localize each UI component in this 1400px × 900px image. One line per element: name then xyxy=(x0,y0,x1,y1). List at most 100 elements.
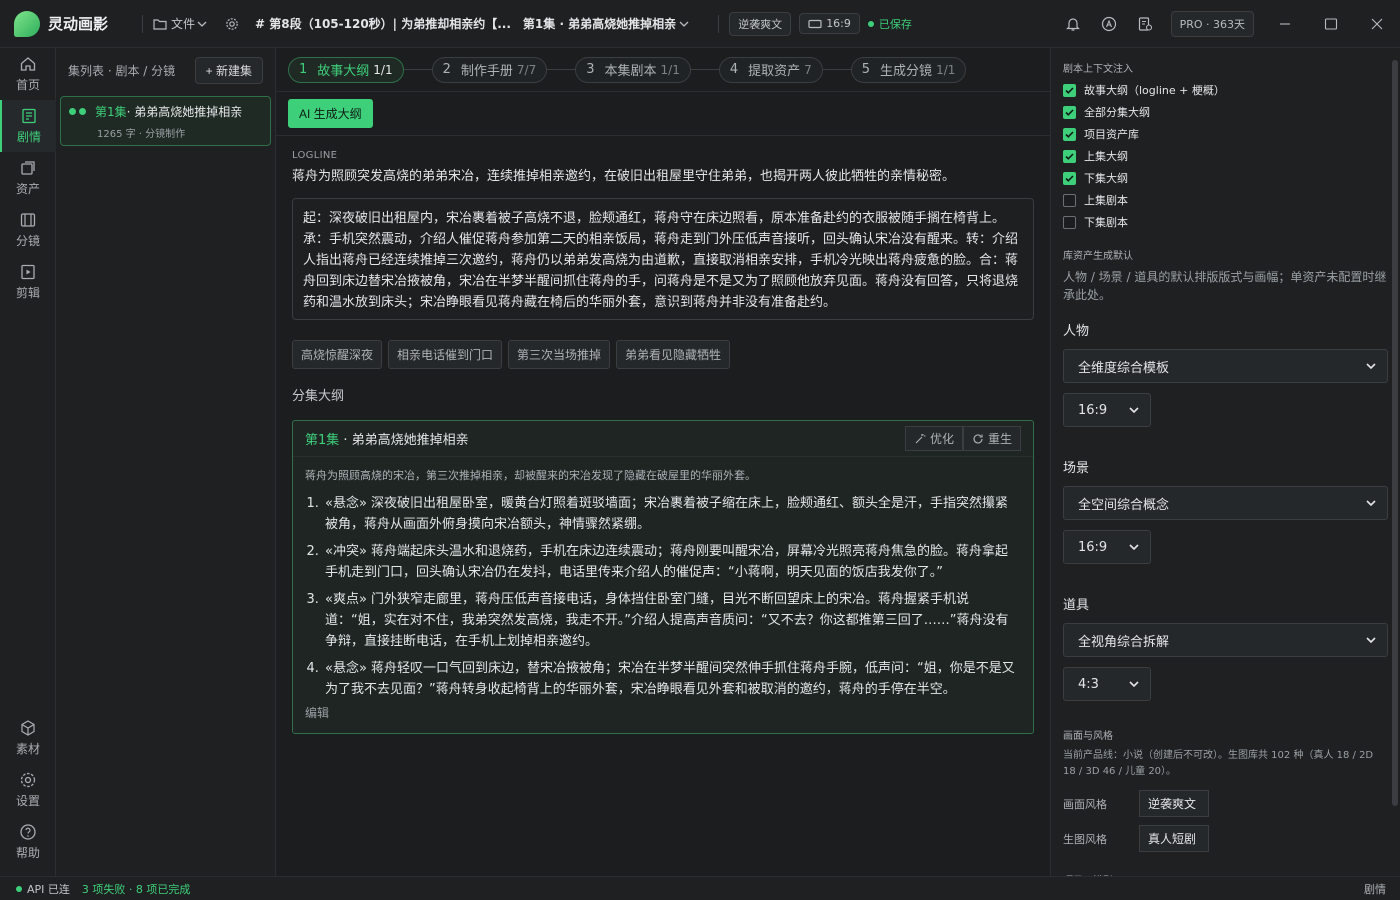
nav-materials[interactable]: 素材 xyxy=(0,712,56,764)
step-episode-script[interactable]: 3 本集剧本 1/1 xyxy=(575,56,691,83)
story-synopsis-textarea[interactable]: 起：深夜破旧出租屋内，宋冶裹着被子高烧不退，脸颊通红，蒋舟守在床边照看，原本准备… xyxy=(292,198,1034,320)
status-bar: API 已连 3 项失败 · 8 项已完成 剧情 xyxy=(0,876,1400,900)
scene-template-value: 全空间综合概念 xyxy=(1078,497,1170,513)
maximize-button[interactable] xyxy=(1308,0,1354,48)
beat-tag[interactable]: 第三次当场推掉 xyxy=(508,340,611,369)
chevron-down-icon xyxy=(1366,500,1376,507)
art-style-field[interactable]: 逆袭爽文 xyxy=(1139,790,1209,817)
checkbox-next-script[interactable]: 下集剧本 xyxy=(1063,211,1388,233)
gear-icon xyxy=(226,17,238,30)
nav-script[interactable]: 剧情 xyxy=(0,100,56,152)
minimize-icon xyxy=(1280,23,1290,25)
ratio-pill[interactable]: 16:9 xyxy=(799,13,860,34)
titlebar-right: PRO · 363天 xyxy=(1055,0,1400,48)
chevron-down-icon xyxy=(197,21,207,27)
checkbox-prev-script[interactable]: 上集剧本 xyxy=(1063,189,1388,211)
close-button[interactable] xyxy=(1354,0,1400,48)
person-template-select[interactable]: 全维度综合模板 xyxy=(1063,349,1388,383)
nav-storyboard[interactable]: 分镜 xyxy=(0,204,56,256)
settings-scrollbar[interactable] xyxy=(1392,60,1398,806)
help-icon xyxy=(20,824,36,840)
home-icon xyxy=(20,57,36,71)
checkbox-project-assets[interactable]: 项目资产库 xyxy=(1063,123,1388,145)
list-item[interactable]: «爽点» 门外狭窄走廊里，蒋舟压低声音接电话，身体挡住卧室门缝，目光不断回望床上… xyxy=(323,589,1017,652)
list-item[interactable]: «悬念» 深夜破旧出租屋卧室，暖黄台灯照着斑驳墙面；宋冶裹着被子缩在床上，脸颊通… xyxy=(323,493,1017,535)
nav-rail: 首页 剧情 资产 分镜 剪辑 素材 设置 帮助 xyxy=(0,48,56,876)
step-label: 生成分镜 xyxy=(880,64,933,79)
step-generate-storyboard[interactable]: 5 生成分镜 1/1 xyxy=(850,56,967,83)
checkbox-label: 上集大纲 xyxy=(1084,150,1128,163)
pro-badge[interactable]: PRO · 363天 xyxy=(1170,11,1254,37)
step-story-outline[interactable]: 1 故事大纲 1/1 xyxy=(288,56,404,83)
checkbox-label: 项目资产库 xyxy=(1084,128,1139,141)
prop-template-select[interactable]: 全视角综合拆解 xyxy=(1063,623,1388,657)
nav-assets-label: 资产 xyxy=(15,182,40,196)
minimize-button[interactable] xyxy=(1262,0,1308,48)
task-status[interactable]: 3 项失败 · 8 项已完成 xyxy=(82,881,190,897)
episode-select[interactable]: 第1集 · 弟弟高烧她推掉相亲 xyxy=(523,15,696,32)
api-status-dot xyxy=(16,885,22,892)
step-production-manual[interactable]: 2 制作手册 7/7 xyxy=(431,56,548,83)
task-list-icon xyxy=(1138,17,1152,31)
episode-card[interactable]: 第1集 · 弟弟高烧她推掉相亲 1265 字 · 分镜制作 xyxy=(60,96,271,146)
episode-list-panel: 集列表 · 剧本 / 分镜 + 新建集 第1集 · 弟弟高烧她推掉相亲 1265… xyxy=(56,48,276,876)
nav-home[interactable]: 首页 xyxy=(0,48,56,100)
nav-settings[interactable]: 设置 xyxy=(0,764,56,816)
current-view-label: 剧情 xyxy=(1364,882,1386,896)
beat-tag[interactable]: 高烧惊醒深夜 xyxy=(292,340,383,369)
checkbox-prev-outline[interactable]: 上集大纲 xyxy=(1063,145,1388,167)
beat-tag[interactable]: 弟弟看见隐藏牺牲 xyxy=(616,340,731,369)
file-menu[interactable]: 文件 xyxy=(153,15,213,32)
step-label: 故事大纲 xyxy=(317,64,370,79)
beat-tags: 高烧惊醒深夜 相亲电话催到门口 第三次当场推掉 弟弟看见隐藏牺牲 xyxy=(292,340,1034,369)
person-ratio-select[interactable]: 16:9 xyxy=(1063,393,1151,427)
checkbox-story-outline[interactable]: 故事大纲（logline + 梗概） xyxy=(1063,79,1388,101)
segment-breadcrumb[interactable]: # 第8段（105-120秒）| 为弟推却相亲约【... xyxy=(255,15,511,32)
checkbox-next-outline[interactable]: 下集大纲 xyxy=(1063,167,1388,189)
nav-home-label: 首页 xyxy=(15,78,40,92)
edit-link[interactable]: 编辑 xyxy=(293,700,1033,725)
new-episode-button[interactable]: + 新建集 xyxy=(194,56,263,84)
beat-tag[interactable]: 相亲电话催到门口 xyxy=(388,340,503,369)
tasks-button[interactable] xyxy=(1127,0,1163,48)
nav-help[interactable]: 帮助 xyxy=(0,816,56,868)
scene-ratio-select[interactable]: 16:9 xyxy=(1063,530,1151,564)
checkbox-all-outlines[interactable]: 全部分集大纲 xyxy=(1063,101,1388,123)
outline-card-title: 第1集 · 弟弟高烧她推掉相亲 xyxy=(305,429,469,448)
notification-button[interactable] xyxy=(1055,0,1091,48)
step-label: 提取资产 xyxy=(748,64,801,79)
segment-breadcrumb-label: # 第8段（105-120秒）| 为弟推却相亲约【... xyxy=(255,17,511,31)
edit-icon xyxy=(21,264,35,280)
optimize-button[interactable]: 优化 xyxy=(904,426,963,451)
nav-edit[interactable]: 剪辑 xyxy=(0,256,56,308)
style-section-label: 画面与风格 xyxy=(1063,731,1113,742)
chevron-down-icon xyxy=(1129,681,1139,688)
settings-panel: 剧本上下文注入 故事大纲（logline + 梗概） 全部分集大纲 项目资产库 … xyxy=(1050,48,1400,887)
gen-style-field[interactable]: 真人短剧 xyxy=(1139,825,1209,852)
regenerate-button[interactable]: 重生 xyxy=(962,426,1021,451)
list-item[interactable]: «冲突» 蒋舟端起床头温水和退烧药，手机在床边连续震动；蒋舟刚要叫醒宋冶，屏幕冷… xyxy=(323,541,1017,583)
checkbox-checked-icon xyxy=(1063,83,1076,97)
checkbox-checked-icon xyxy=(1063,149,1076,163)
step-number: 1 xyxy=(299,62,308,77)
checkbox-unchecked-icon xyxy=(1063,193,1076,207)
ai-assistant-button[interactable] xyxy=(1091,0,1127,48)
person-heading: 人物 xyxy=(1063,324,1090,339)
nav-storyboard-label: 分镜 xyxy=(15,234,40,248)
ai-generate-outline-button[interactable]: AI 生成大纲 xyxy=(288,99,373,128)
scene-template-select[interactable]: 全空间综合概念 xyxy=(1063,486,1388,520)
step-extract-assets[interactable]: 4 提取资产 7 xyxy=(718,56,823,83)
logline-text[interactable]: 蒋舟为照顾突发高烧的弟弟宋冶，连续推掉相亲邀约，在破旧出租屋里守住弟弟，也揭开两… xyxy=(292,165,1034,184)
step-count: 7/7 xyxy=(516,62,537,77)
style-pill-label: 逆袭爽文 xyxy=(738,17,783,31)
checkbox-label: 全部分集大纲 xyxy=(1084,106,1150,119)
api-status: API 已连 xyxy=(27,882,70,896)
prop-ratio-select[interactable]: 4:3 xyxy=(1063,667,1151,701)
app-logo[interactable]: 灵动画影 xyxy=(14,10,132,37)
settings-button[interactable] xyxy=(225,17,243,31)
nav-assets[interactable]: 资产 xyxy=(0,152,56,204)
list-item[interactable]: «悬念» 蒋舟轻叹一口气回到床边，替宋冶掖被角；宋冶在半梦半醒间突然伸手抓住蒋舟… xyxy=(323,658,1017,700)
style-pill[interactable]: 逆袭爽文 xyxy=(729,11,792,36)
episode-outline-heading: 分集大纲 xyxy=(292,389,345,404)
logline-label: LOGLINE xyxy=(292,150,338,161)
